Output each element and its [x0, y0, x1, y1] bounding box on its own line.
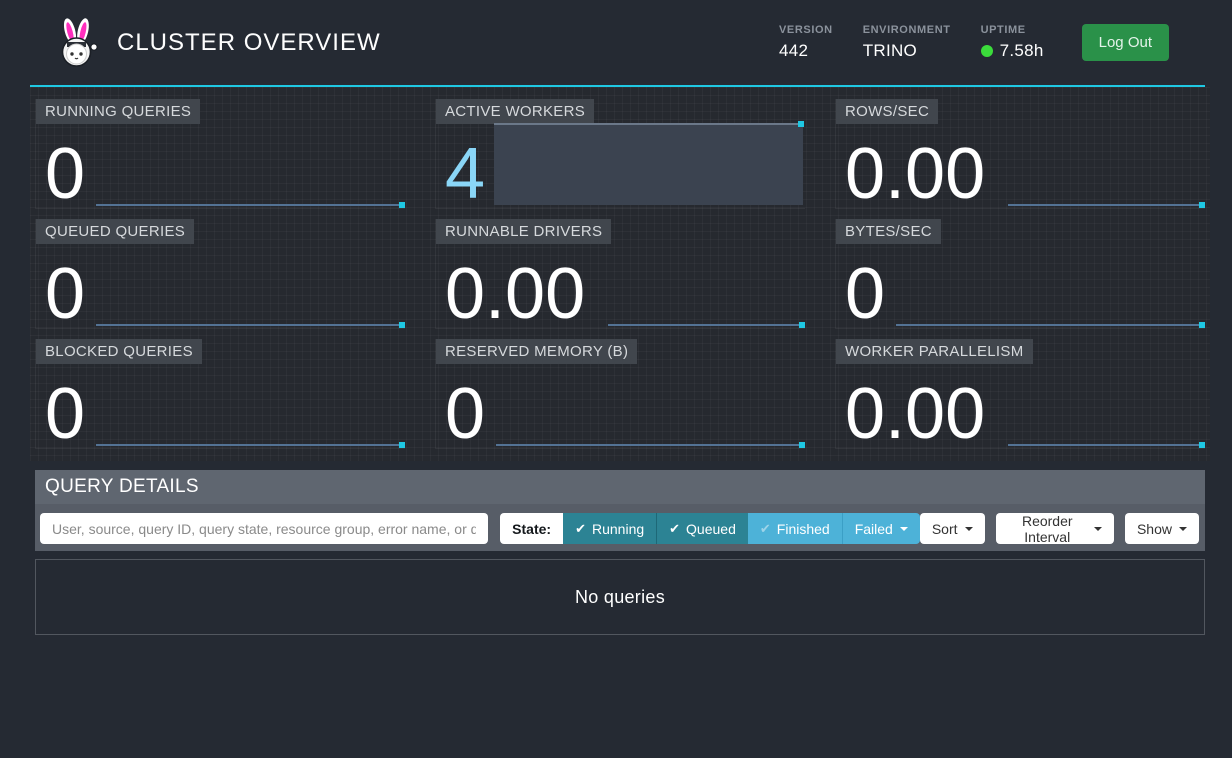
caret-down-icon — [1179, 527, 1187, 531]
metric-value: 0 — [845, 258, 885, 330]
metric-label: ACTIVE WORKERS — [436, 99, 594, 124]
reorder-interval-label: Reorder Interval — [1008, 513, 1087, 545]
metric-card-runnable-drivers: RUNNABLE DRIVERS 0.00 — [435, 219, 805, 329]
metric-label: QUEUED QUERIES — [36, 219, 194, 244]
metric-label: BLOCKED QUERIES — [36, 339, 202, 364]
sparkline-dot-icon — [399, 442, 405, 448]
sparkline — [96, 204, 403, 206]
trino-bunny-logo-icon — [53, 17, 101, 69]
environment-value: TRINO — [863, 41, 951, 61]
sparkline — [896, 324, 1203, 326]
state-filter-failed-dropdown[interactable]: Failed — [842, 513, 920, 544]
metric-card-rows-sec: ROWS/SEC 0.00 — [835, 99, 1205, 209]
metric-card-reserved-memory: RESERVED MEMORY (B) 0 — [435, 339, 805, 449]
caret-down-icon — [965, 527, 973, 531]
metric-value: 0.00 — [845, 378, 985, 450]
metric-label: RUNNABLE DRIVERS — [436, 219, 611, 244]
metric-card-bytes-sec: BYTES/SEC 0 — [835, 219, 1205, 329]
metric-label: RUNNING QUERIES — [36, 99, 200, 124]
sparkline-dot-icon — [399, 322, 405, 328]
uptime-value: 7.58h — [1000, 41, 1044, 61]
sparkline — [496, 444, 803, 446]
metric-value: 0 — [445, 378, 485, 450]
state-filter-label: State: — [500, 513, 563, 544]
app-header: CLUSTER OVERVIEW VERSION 442 ENVIRONMENT… — [0, 0, 1232, 85]
sparkline-dot-icon — [799, 322, 805, 328]
sparkline — [608, 324, 803, 326]
metric-label: RESERVED MEMORY (B) — [436, 339, 637, 364]
check-icon — [669, 520, 686, 537]
metric-label: BYTES/SEC — [836, 219, 941, 244]
search-input[interactable] — [40, 513, 488, 544]
query-details-toolbar: State: Running Queued Finished Failed So… — [35, 504, 1205, 551]
sort-button-label: Sort — [932, 521, 958, 537]
sparkline-area — [494, 123, 803, 205]
show-button-label: Show — [1137, 521, 1172, 537]
sparkline — [96, 324, 403, 326]
metric-card-blocked-queries: BLOCKED QUERIES 0 — [35, 339, 405, 449]
state-filter-failed-label: Failed — [855, 521, 893, 537]
metric-value: 0.00 — [445, 258, 585, 330]
version-block: VERSION 442 — [779, 24, 833, 61]
metric-value: 0 — [45, 138, 85, 210]
page-title: CLUSTER OVERVIEW — [117, 29, 381, 57]
status-dot-icon — [981, 45, 993, 57]
state-filter-queued[interactable]: Queued — [656, 513, 748, 544]
caret-down-icon — [1094, 527, 1102, 531]
sparkline — [1008, 204, 1203, 206]
state-filter-group: State: Running Queued Finished Failed — [500, 513, 920, 544]
sparkline-dot-icon — [1199, 202, 1205, 208]
cluster-info: VERSION 442 ENVIRONMENT TRINO UPTIME 7.5… — [779, 24, 1169, 61]
state-filter-running-label: Running — [592, 521, 644, 537]
query-details-section: QUERY DETAILS State: Running Queued Fini… — [35, 470, 1205, 635]
metrics-grid: RUNNING QUERIES 0 ACTIVE WORKERS 4 ROWS/… — [35, 99, 1210, 449]
sparkline-dot-icon — [399, 202, 405, 208]
metric-label: WORKER PARALLELISM — [836, 339, 1033, 364]
metric-card-active-workers: ACTIVE WORKERS 4 — [435, 99, 805, 209]
state-filter-running[interactable]: Running — [563, 513, 656, 544]
state-filter-finished[interactable]: Finished — [748, 513, 842, 544]
version-value: 442 — [779, 41, 833, 61]
state-filter-finished-label: Finished — [777, 521, 830, 537]
caret-down-icon — [900, 527, 908, 531]
metrics-section: RUNNING QUERIES 0 ACTIVE WORKERS 4 ROWS/… — [30, 87, 1210, 461]
metric-value: 4 — [445, 138, 485, 210]
metric-card-running-queries: RUNNING QUERIES 0 — [35, 99, 405, 209]
sparkline — [1008, 444, 1203, 446]
metric-label: ROWS/SEC — [836, 99, 938, 124]
sparkline-dot-icon — [798, 121, 804, 127]
no-queries-message: No queries — [575, 587, 665, 608]
query-details-header: QUERY DETAILS — [35, 470, 1205, 504]
environment-block: ENVIRONMENT TRINO — [863, 24, 951, 61]
logout-button[interactable]: Log Out — [1082, 24, 1169, 61]
sparkline-dot-icon — [1199, 322, 1205, 328]
environment-label: ENVIRONMENT — [863, 24, 951, 36]
uptime-label: UPTIME — [981, 24, 1044, 36]
metric-value: 0 — [45, 258, 85, 330]
check-icon — [760, 520, 777, 537]
state-filter-queued-label: Queued — [686, 521, 736, 537]
metric-card-worker-parallelism: WORKER PARALLELISM 0.00 — [835, 339, 1205, 449]
sparkline-dot-icon — [1199, 442, 1205, 448]
show-button[interactable]: Show — [1125, 513, 1199, 544]
metric-value: 0.00 — [845, 138, 985, 210]
check-icon — [575, 520, 592, 537]
toolbar-right-buttons: Sort Reorder Interval Show — [920, 513, 1199, 544]
uptime-value-row: 7.58h — [981, 41, 1044, 61]
reorder-interval-button[interactable]: Reorder Interval — [996, 513, 1114, 544]
version-label: VERSION — [779, 24, 833, 36]
sparkline-dot-icon — [799, 442, 805, 448]
metric-card-queued-queries: QUEUED QUERIES 0 — [35, 219, 405, 329]
sparkline — [96, 444, 403, 446]
query-list-empty-container: No queries — [35, 559, 1205, 635]
uptime-block: UPTIME 7.58h — [981, 24, 1044, 61]
metric-value: 0 — [45, 378, 85, 450]
sort-button[interactable]: Sort — [920, 513, 985, 544]
